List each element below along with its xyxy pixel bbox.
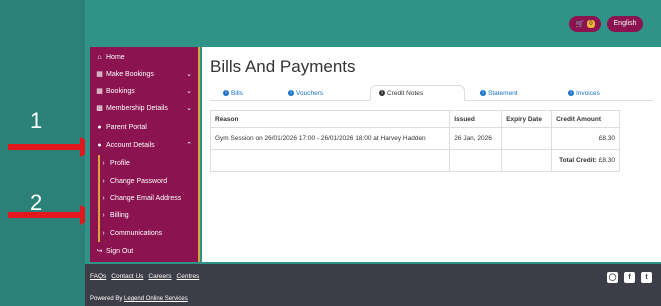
page-title: Bills And Payments xyxy=(210,57,356,76)
total-credit-value: £8.30 xyxy=(598,157,615,164)
sign-out-icon: ↪ xyxy=(96,248,103,255)
sidebar-item-label: Billing xyxy=(110,211,129,219)
column-header-issued: Issued xyxy=(449,110,503,128)
chevron-down-icon: ⌄ xyxy=(186,71,192,78)
top-bar: 🛒 0 English xyxy=(85,0,661,46)
column-header-credit-amount: Credit Amount xyxy=(551,110,620,128)
cell-issued: 26 Jan, 2026 xyxy=(449,127,503,150)
sidebar-item-membership-details[interactable]: ▩ Membership Details ⌄ xyxy=(90,100,198,116)
sidebar-item-billing[interactable]: › Billing xyxy=(90,207,198,223)
tab-vouchers[interactable]: i Vouchers xyxy=(280,85,331,101)
sidebar-item-change-email[interactable]: › Change Email Address xyxy=(90,190,198,206)
chevron-down-icon: ⌄ xyxy=(186,105,192,112)
sidebar-item-profile[interactable]: › Profile xyxy=(90,155,198,171)
info-icon: i xyxy=(288,90,294,96)
chevron-right-icon: › xyxy=(102,177,105,185)
sidebar-item-label: Bookings xyxy=(106,87,135,95)
tab-label: Credit Notes xyxy=(387,89,424,97)
tab-statement[interactable]: i Statement xyxy=(472,85,526,101)
sidebar-item-account-details[interactable]: ● Account Details ⌃ xyxy=(90,137,198,153)
twitter-icon[interactable]: t xyxy=(641,272,652,283)
powered-by-prefix: Powered By xyxy=(90,296,123,302)
info-icon: i xyxy=(568,90,574,96)
table-row: Gym Session on 26/01/2026 17:00 - 26/01/… xyxy=(209,127,620,150)
info-icon: i xyxy=(480,90,486,96)
chevron-right-icon: › xyxy=(102,194,105,202)
total-credit-label: Total Credit: xyxy=(559,157,597,164)
footer-link-careers[interactable]: Careers xyxy=(148,273,171,280)
tab-bills[interactable]: i Bills xyxy=(215,85,251,101)
table-header-row: Reason Issued Expiry Date Credit Amount xyxy=(209,110,620,128)
info-icon: i xyxy=(379,90,385,96)
cell-expiry xyxy=(501,127,553,150)
chevron-right-icon: › xyxy=(102,159,105,167)
user-icon: ● xyxy=(97,141,102,149)
person-icon: ● xyxy=(97,123,102,131)
empty-cell xyxy=(501,149,553,172)
column-header-expiry: Expiry Date xyxy=(501,110,553,128)
powered-by: Powered By Legend Online Services xyxy=(90,296,188,302)
empty-cell xyxy=(449,149,503,172)
footer-link-contact-us[interactable]: Contact Us xyxy=(111,273,143,280)
powered-by-link[interactable]: Legend Online Services xyxy=(124,296,188,302)
sidebar-item-label: Change Email Address xyxy=(110,194,182,202)
sidebar-item-label: Home xyxy=(106,53,125,61)
chevron-down-icon: ⌄ xyxy=(186,88,192,95)
table-total-row: Total Credit: £8.30 xyxy=(209,149,620,172)
sidebar-item-label: Profile xyxy=(110,159,130,167)
footer: FAQs Contact Us Careers Centres Powered … xyxy=(85,264,661,306)
annotation-number-1: 1 xyxy=(30,108,43,133)
tab-bar: i Bills i Vouchers i Credit Notes i Statemen… xyxy=(210,85,653,101)
sidebar-item-make-bookings[interactable]: ▦ Make Bookings ⌄ xyxy=(90,66,198,82)
footer-link-faqs[interactable]: FAQs xyxy=(90,273,106,280)
facebook-icon[interactable]: f xyxy=(624,272,635,283)
sidebar-item-bookings[interactable]: ▦ Bookings ⌄ xyxy=(90,83,198,99)
total-credit-cell: Total Credit: £8.30 xyxy=(551,149,620,172)
tab-credit-notes[interactable]: i Credit Notes xyxy=(370,85,465,101)
sidebar-item-label: Account Details xyxy=(106,141,155,149)
credit-notes-table: Reason Issued Expiry Date Credit Amount … xyxy=(209,110,620,172)
chevron-right-icon: › xyxy=(102,229,105,237)
sidebar-item-sign-out[interactable]: ↪ Sign Out xyxy=(90,243,198,259)
sidebar-item-label: Communications xyxy=(110,229,163,237)
sidebar-item-home[interactable]: ⌂ Home xyxy=(90,49,198,65)
tab-invoices[interactable]: i Invoices xyxy=(560,85,608,101)
calendar-icon: ▦ xyxy=(96,71,103,78)
cart-count-badge: 0 xyxy=(587,20,595,28)
cart-button[interactable]: 🛒 0 xyxy=(569,16,601,32)
tab-label: Vouchers xyxy=(296,89,324,97)
sidebar-item-parent-portal[interactable]: ● Parent Portal xyxy=(90,119,198,135)
sidebar: ⌂ Home ▦ Make Bookings ⌄ ▦ Bookings ⌄ ▩ … xyxy=(90,47,200,262)
sidebar-item-label: Parent Portal xyxy=(106,123,147,131)
chevron-right-icon: › xyxy=(102,211,105,219)
tab-label: Statement xyxy=(488,89,518,97)
calendar-icon: ▦ xyxy=(96,88,103,95)
tab-label: Invoices xyxy=(576,89,600,97)
instagram-icon[interactable]: ◯ xyxy=(607,272,618,283)
info-icon: i xyxy=(223,90,229,96)
column-header-reason: Reason xyxy=(209,110,451,128)
app-window: 🛒 0 English ⌂ Home ▦ Make Bookings ⌄ ▦ B… xyxy=(85,0,661,306)
empty-cell xyxy=(209,149,451,172)
sidebar-item-communications[interactable]: › Communications xyxy=(90,225,198,241)
id-card-icon: ▩ xyxy=(96,105,103,112)
cell-reason: Gym Session on 26/01/2026 17:00 - 26/01/… xyxy=(209,127,451,150)
sidebar-item-label: Make Bookings xyxy=(106,70,154,78)
language-button[interactable]: English xyxy=(607,16,643,32)
tab-label: Bills xyxy=(231,89,243,97)
footer-link-centres[interactable]: Centres xyxy=(177,273,200,280)
main-content: Bills And Payments i Bills i Vouchers i Cre… xyxy=(202,47,661,262)
sidebar-item-label: Membership Details xyxy=(106,104,168,112)
sidebar-item-change-password[interactable]: › Change Password xyxy=(90,173,198,189)
sidebar-item-label: Change Password xyxy=(110,177,168,185)
cart-icon: 🛒 xyxy=(575,21,585,28)
footer-links: FAQs Contact Us Careers Centres xyxy=(90,273,199,280)
home-icon: ⌂ xyxy=(97,53,102,61)
chevron-up-icon: ⌃ xyxy=(186,142,192,149)
cell-amount: £8.30 xyxy=(551,127,620,150)
sidebar-item-label: Sign Out xyxy=(106,247,134,255)
